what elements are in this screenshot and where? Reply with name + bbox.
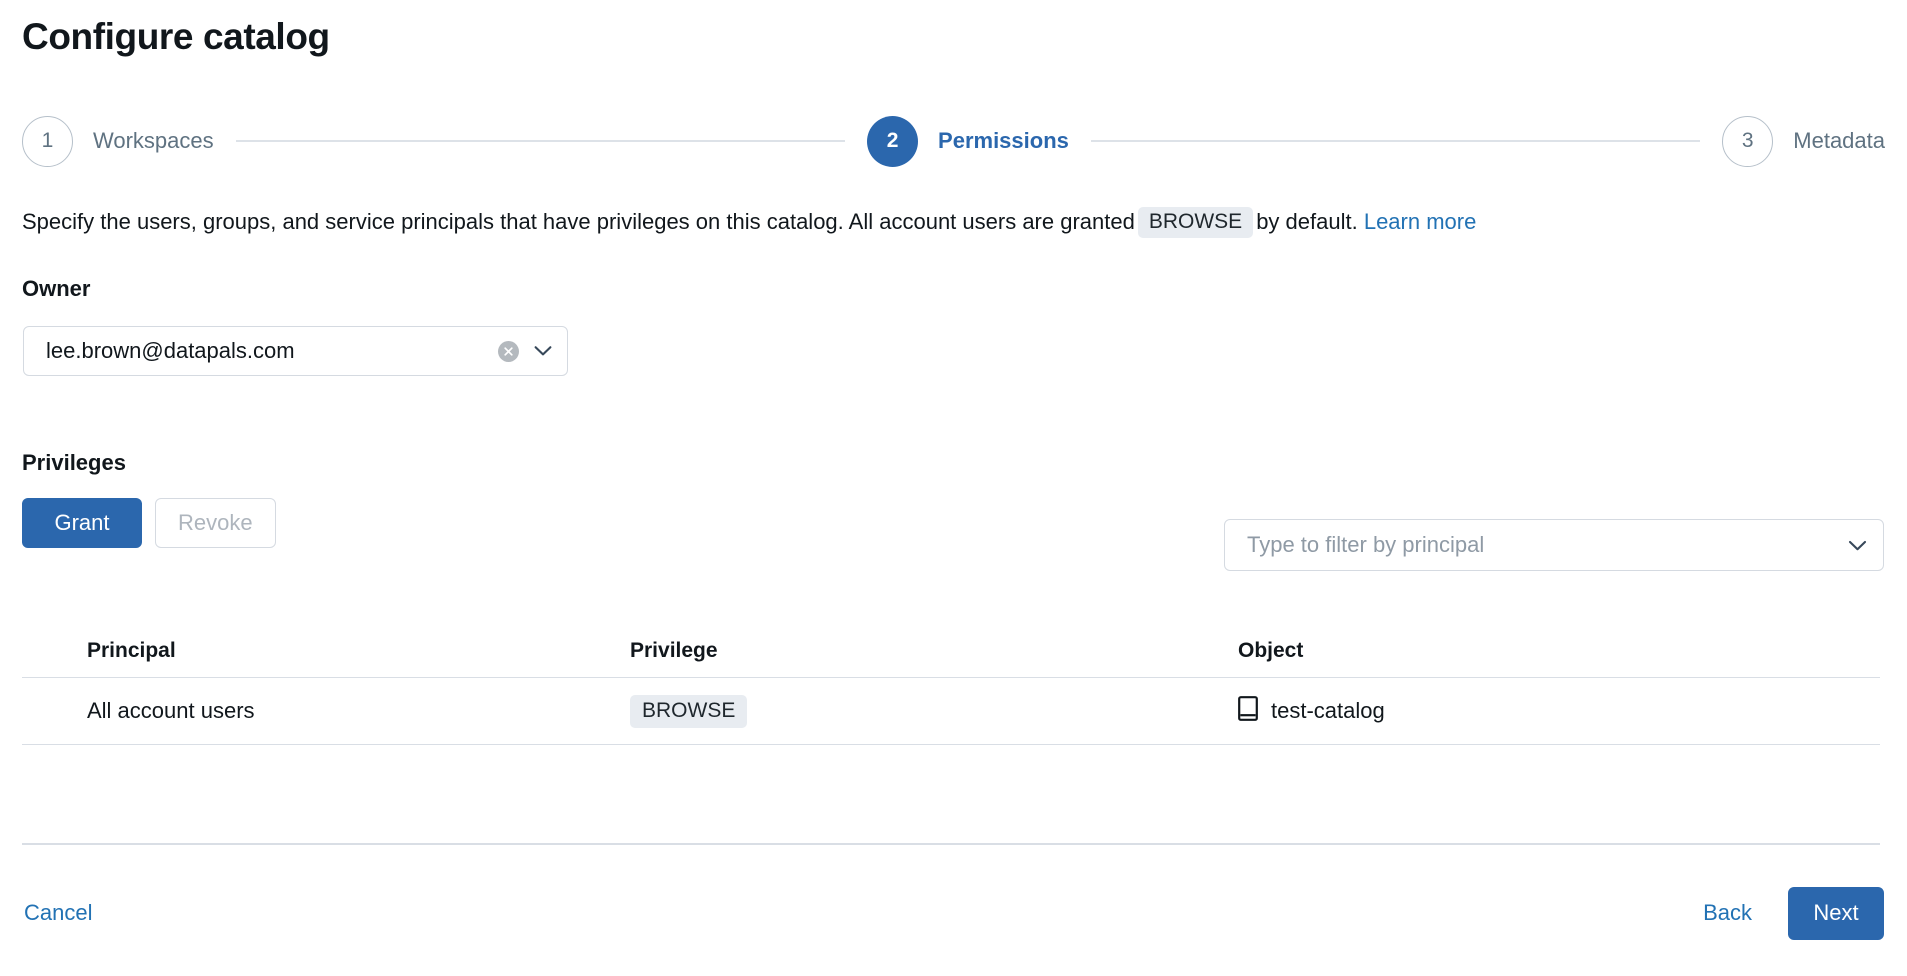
step-3-label: Metadata xyxy=(1793,128,1885,154)
column-header-object: Object xyxy=(1238,639,1880,663)
description-text: Specify the users, groups, and service p… xyxy=(22,206,1476,238)
step-workspaces[interactable]: 1 Workspaces xyxy=(22,116,214,167)
owner-value: lee.brown@datapals.com xyxy=(46,338,498,364)
principal-filter-combobox[interactable]: Type to filter by principal xyxy=(1224,519,1884,571)
description-part2: by default. xyxy=(1256,209,1358,234)
permissions-table: Principal Privilege Object All account u… xyxy=(22,625,1880,745)
chevron-down-icon[interactable] xyxy=(1847,535,1867,555)
configure-catalog-dialog: Configure catalog 1 Workspaces 2 Permiss… xyxy=(0,0,1907,976)
revoke-button[interactable]: Revoke xyxy=(155,498,276,548)
column-header-principal: Principal xyxy=(22,639,630,663)
step-connector-1 xyxy=(236,140,845,142)
privileges-label: Privileges xyxy=(22,450,126,476)
page-title: Configure catalog xyxy=(22,14,330,60)
privileges-action-buttons: Grant Revoke xyxy=(22,498,276,548)
cancel-button[interactable]: Cancel xyxy=(22,896,94,930)
step-metadata[interactable]: 3 Metadata xyxy=(1722,116,1885,167)
next-button[interactable]: Next xyxy=(1788,887,1884,940)
grant-button[interactable]: Grant xyxy=(22,498,142,548)
principal-filter-placeholder: Type to filter by principal xyxy=(1247,532,1847,558)
browse-badge-inline: BROWSE xyxy=(1138,207,1253,238)
step-2-number: 2 xyxy=(867,116,918,167)
clear-circle-icon[interactable] xyxy=(498,341,519,362)
table-row[interactable]: All account users BROWSE test-catalog xyxy=(22,678,1880,745)
cell-object: test-catalog xyxy=(1271,698,1385,724)
table-header-row: Principal Privilege Object xyxy=(22,625,1880,678)
description-part1: Specify the users, groups, and service p… xyxy=(22,209,1135,234)
footer-right-actions: Back Next xyxy=(1701,887,1884,940)
step-permissions[interactable]: 2 Permissions xyxy=(867,116,1069,167)
step-connector-2 xyxy=(1091,140,1700,142)
catalog-icon xyxy=(1238,696,1258,726)
footer-divider xyxy=(22,843,1880,845)
step-2-label: Permissions xyxy=(938,128,1069,154)
cell-privilege-badge: BROWSE xyxy=(630,695,747,728)
step-1-number: 1 xyxy=(22,116,73,167)
dialog-footer: Cancel Back Next xyxy=(22,882,1884,944)
wizard-stepper: 1 Workspaces 2 Permissions 3 Metadata xyxy=(22,112,1885,170)
back-button[interactable]: Back xyxy=(1701,896,1754,930)
step-1-label: Workspaces xyxy=(93,128,214,154)
cell-principal: All account users xyxy=(87,698,255,723)
learn-more-link[interactable]: Learn more xyxy=(1364,209,1477,234)
chevron-down-icon[interactable] xyxy=(533,341,553,361)
column-header-privilege: Privilege xyxy=(630,639,1238,663)
step-3-number: 3 xyxy=(1722,116,1773,167)
owner-label: Owner xyxy=(22,276,90,302)
owner-select[interactable]: lee.brown@datapals.com xyxy=(23,326,568,376)
